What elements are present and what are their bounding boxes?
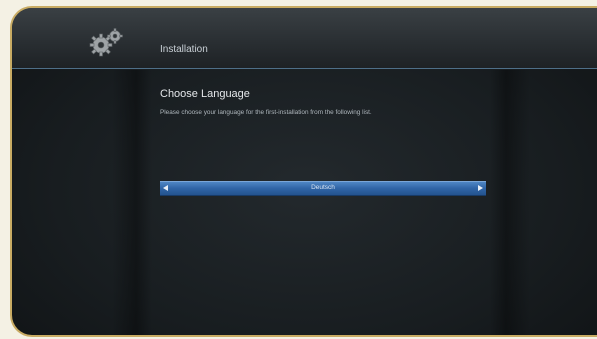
language-value: Deutsch	[311, 184, 335, 191]
installation-screen: Installation Choose Language Please choo…	[12, 8, 597, 335]
right-shade	[490, 70, 530, 335]
page-description: Please choose your language for the firs…	[160, 109, 372, 116]
header-bar: Installation	[12, 8, 597, 69]
page-title: Choose Language	[160, 88, 250, 100]
tv-bezel: Installation Choose Language Please choo…	[10, 6, 597, 337]
arrow-right-icon[interactable]	[478, 185, 483, 191]
language-selector[interactable]: Deutsch	[160, 181, 486, 196]
gears-icon	[84, 26, 126, 60]
left-shade	[112, 70, 152, 335]
header-title: Installation	[160, 44, 208, 55]
